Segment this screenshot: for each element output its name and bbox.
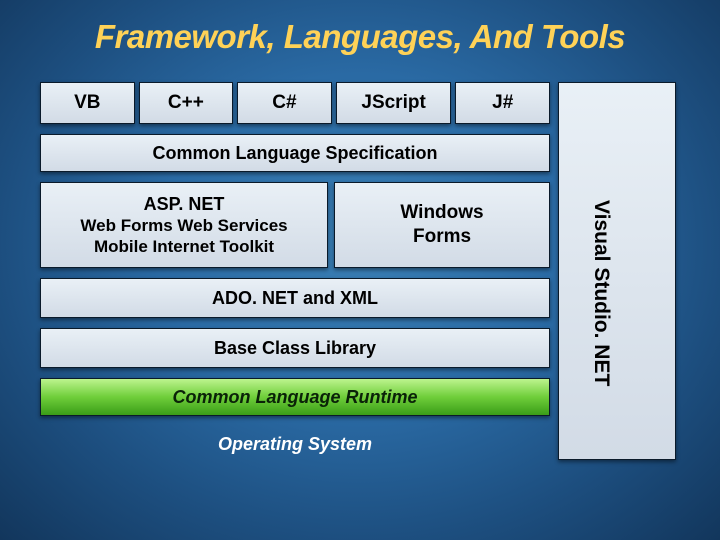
cls-layer: Common Language Specification [40,134,550,172]
lang-cpp: C++ [139,82,234,124]
aspnet-layer: ASP. NET Web Forms Web Services Mobile I… [40,182,328,268]
winforms-line2: Forms [413,225,471,249]
ado-row: ADO. NET and XML [40,278,550,318]
framework-stack: VB C++ C# JScript J# Common Language Spe… [40,82,550,462]
lang-jsharp: J# [455,82,550,124]
architecture-diagram: Visual Studio. NET VB C++ C# JScript J# … [40,82,680,462]
visual-studio-label: Visual Studio. NET [589,200,613,386]
ui-frameworks-row: ASP. NET Web Forms Web Services Mobile I… [40,182,550,268]
lang-jscript: JScript [336,82,452,124]
winforms-line1: Windows [400,201,483,225]
aspnet-title: ASP. NET [144,193,225,216]
visual-studio-bar [558,82,676,460]
aspnet-detail-2: Mobile Internet Toolkit [94,236,274,257]
cls-row: Common Language Specification [40,134,550,172]
lang-csharp: C# [237,82,332,124]
winforms-layer: Windows Forms [334,182,550,268]
clr-row: Common Language Runtime [40,378,550,416]
os-row: Operating System [40,426,550,462]
languages-row: VB C++ C# JScript J# [40,82,550,124]
os-layer: Operating System [40,426,550,462]
slide-title: Framework, Languages, And Tools [0,0,720,62]
lang-vb: VB [40,82,135,124]
clr-layer: Common Language Runtime [40,378,550,416]
aspnet-detail-1: Web Forms Web Services [80,215,287,236]
bcl-layer: Base Class Library [40,328,550,368]
bcl-row: Base Class Library [40,328,550,368]
ado-layer: ADO. NET and XML [40,278,550,318]
